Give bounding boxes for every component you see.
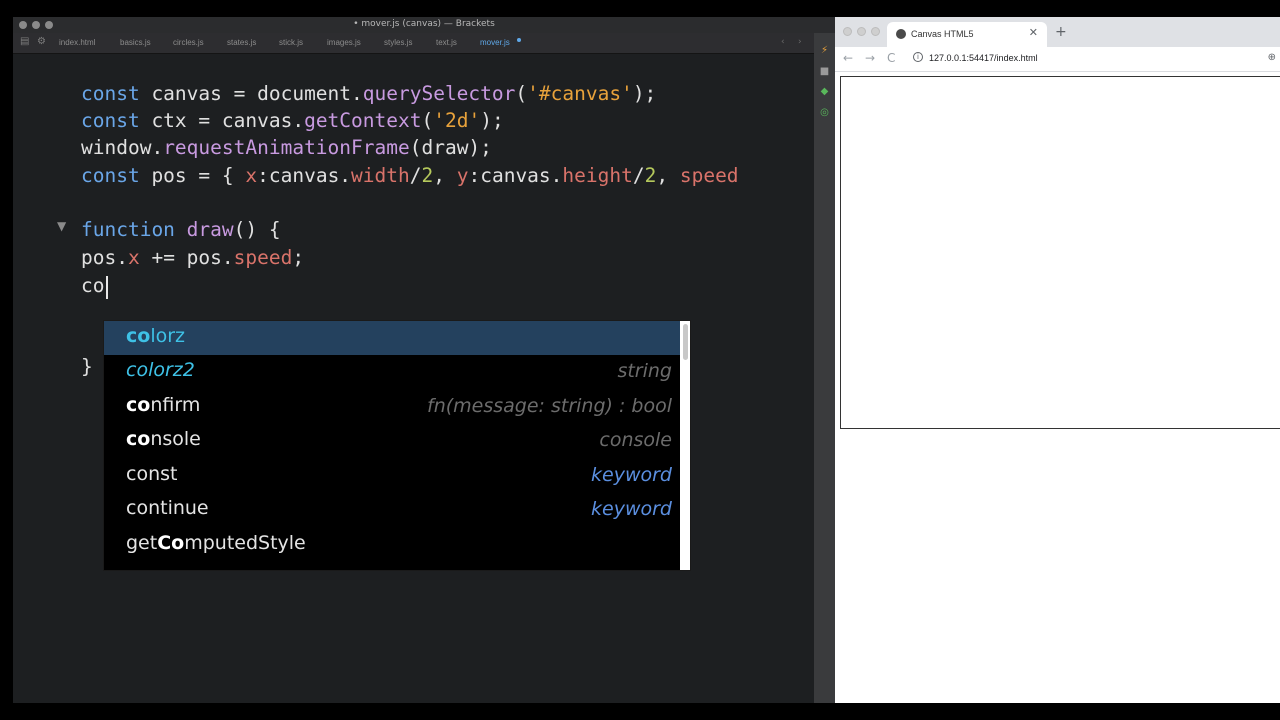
tab-mover-js[interactable]: mover.js xyxy=(480,38,510,47)
hint-name: getComputedStyle xyxy=(126,532,306,554)
hint-item-getcomputedstyle[interactable]: getComputedStyle xyxy=(104,528,680,562)
zoom-icon[interactable]: ⊕ xyxy=(1268,52,1276,63)
hint-item-continue[interactable]: continue keyword xyxy=(104,493,680,527)
hint-name: colorz xyxy=(126,325,186,347)
html5-canvas xyxy=(840,76,1280,429)
code-line-10: } xyxy=(81,355,93,378)
tab-states-js[interactable]: states.js xyxy=(227,38,256,47)
code-line-3: window.requestAnimationFrame(draw); xyxy=(81,136,492,159)
hint-type: keyword xyxy=(591,498,672,520)
gear-icon[interactable]: ⚙ xyxy=(37,36,46,47)
browser-tab-strip: Canvas HTML5 ✕ + xyxy=(835,17,1280,47)
hint-name: colorz2 xyxy=(126,359,195,381)
new-tab-button[interactable]: + xyxy=(1055,24,1067,40)
hint-item-console[interactable]: console console xyxy=(104,424,680,458)
code-editor[interactable]: const canvas = document.querySelector('#… xyxy=(13,54,815,703)
forward-button[interactable]: → xyxy=(865,51,875,65)
back-button[interactable]: ← xyxy=(843,51,853,65)
tab-stick-js[interactable]: stick.js xyxy=(279,38,303,47)
code-line-2: const ctx = canvas.getContext('2d'); xyxy=(81,109,504,132)
text-cursor xyxy=(106,276,108,299)
hint-scrollbar-thumb[interactable] xyxy=(683,324,688,360)
settings-icon[interactable]: ◎ xyxy=(819,107,830,118)
hint-type: keyword xyxy=(591,464,672,486)
browser-toolbar: ← → C i 127.0.0.1:54417/index.html ⊕ xyxy=(835,47,1280,72)
globe-icon xyxy=(896,29,906,39)
tab-scroll-right-icon[interactable]: › xyxy=(798,37,802,47)
hint-name: console xyxy=(126,428,201,450)
browser-tab-title: Canvas HTML5 xyxy=(911,29,974,39)
unsaved-dot-icon xyxy=(517,38,521,42)
tab-circles-js[interactable]: circles.js xyxy=(173,38,204,47)
brackets-editor-window: • mover.js (canvas) — Brackets ▤ ⚙ index… xyxy=(13,17,835,703)
editor-titlebar: • mover.js (canvas) — Brackets xyxy=(13,17,835,33)
tab-images-js[interactable]: images.js xyxy=(327,38,361,47)
code-line-1: const canvas = document.querySelector('#… xyxy=(81,82,657,105)
fold-arrow-icon[interactable]: ▼ xyxy=(57,219,66,233)
maximize-window-button[interactable] xyxy=(871,27,880,36)
tab-scroll-left-icon[interactable]: ‹ xyxy=(781,37,785,47)
tab-index-html[interactable]: index.html xyxy=(59,38,95,47)
hint-item-const[interactable]: const keyword xyxy=(104,459,680,493)
git-icon[interactable]: ◆ xyxy=(819,86,830,97)
close-tab-icon[interactable]: ✕ xyxy=(1029,26,1038,39)
hint-item-colorz[interactable]: colorz xyxy=(104,321,680,355)
hint-name: const xyxy=(126,463,178,485)
code-line-8: co xyxy=(81,274,105,297)
live-preview-icon[interactable]: ⚡ xyxy=(819,45,830,56)
tab-text-js[interactable]: text.js xyxy=(436,38,457,47)
code-line-7: pos.x += pos.speed; xyxy=(81,246,305,269)
hint-type: console xyxy=(599,429,672,451)
hint-item-colorz2[interactable]: colorz2 string xyxy=(104,355,680,389)
editor-tab-bar: ▤ ⚙ index.html basics.js circles.js stat… xyxy=(13,33,835,54)
hint-name: confirm xyxy=(126,394,201,416)
address-bar[interactable]: 127.0.0.1:54417/index.html xyxy=(929,53,1038,63)
hint-item-confirm[interactable]: confirm fn(message: string) : bool xyxy=(104,390,680,424)
tab-styles-js[interactable]: styles.js xyxy=(384,38,412,47)
hint-scrollbar[interactable] xyxy=(680,321,690,570)
tab-basics-js[interactable]: basics.js xyxy=(120,38,151,47)
hint-name: continue xyxy=(126,497,209,519)
hint-type: fn(message: string) : bool xyxy=(427,395,672,417)
close-window-button[interactable] xyxy=(843,27,852,36)
hint-type: string xyxy=(617,360,672,382)
code-hint-list[interactable]: colorz colorz2 string confirm fn(message… xyxy=(103,320,691,571)
minimize-window-button[interactable] xyxy=(857,27,866,36)
extension-manager-icon[interactable]: ■ xyxy=(819,66,830,77)
sidebar-toggle-icon[interactable]: ▤ xyxy=(20,36,29,47)
code-line-6: function draw() { xyxy=(81,218,281,241)
browser-window: Canvas HTML5 ✕ + ← → C i 127.0.0.1:54417… xyxy=(835,17,1280,703)
info-icon[interactable]: i xyxy=(913,52,923,62)
reload-button[interactable]: C xyxy=(887,51,895,65)
main-toolbar: ⚡ ■ ◆ ◎ xyxy=(814,33,835,703)
window-title: • mover.js (canvas) — Brackets xyxy=(353,19,495,29)
code-line-4: const pos = { x:canvas.width/2, y:canvas… xyxy=(81,164,739,187)
browser-tab[interactable]: Canvas HTML5 ✕ xyxy=(887,22,1047,47)
